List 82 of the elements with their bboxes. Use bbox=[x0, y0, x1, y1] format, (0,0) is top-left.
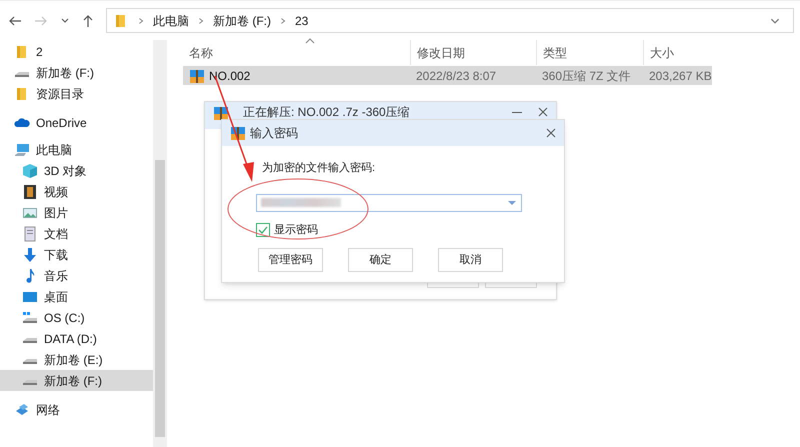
nav-item[interactable]: 资源目录 bbox=[0, 83, 153, 104]
close-icon[interactable] bbox=[538, 107, 548, 117]
nav-label: 2 bbox=[36, 44, 43, 60]
file-row[interactable]: NO.002 2022/8/23 8:07 360压缩 7Z 文件 203,267 KB bbox=[183, 66, 712, 85]
nav-label: 桌面 bbox=[44, 288, 68, 306]
drive-icon bbox=[22, 337, 38, 343]
nav-item[interactable]: 新加卷 (F:) bbox=[0, 62, 153, 83]
dialog-title: 正在解压: NO.002 .7z -360压缩 bbox=[243, 105, 410, 119]
nav-label: 文档 bbox=[44, 226, 68, 242]
column-header[interactable]: 修改日期 bbox=[410, 40, 536, 65]
dropdown-caret-icon[interactable] bbox=[507, 198, 517, 206]
nav-item[interactable]: 图片 bbox=[0, 202, 153, 223]
nav-label: 音乐 bbox=[44, 268, 68, 284]
up-icon[interactable] bbox=[82, 14, 94, 28]
table-cell-text: 203,267 KB bbox=[649, 68, 712, 84]
column-header[interactable]: 名称 bbox=[183, 40, 410, 65]
archive-icon bbox=[230, 125, 246, 141]
nav-label: 3D 对象 bbox=[44, 162, 87, 180]
breadcrumb[interactable]: 此电脑 bbox=[153, 12, 189, 30]
nav-item[interactable]: 新加卷 (E:) bbox=[0, 349, 153, 370]
nav-item[interactable]: OneDrive bbox=[0, 112, 153, 133]
dialog-button[interactable]: 取消 bbox=[438, 248, 503, 272]
nav-label: 新加卷 (E:) bbox=[44, 352, 103, 368]
scrollbar[interactable] bbox=[153, 40, 167, 447]
nav-label: 网络 bbox=[36, 402, 60, 418]
address-bar[interactable]: 此电脑 新加卷 (F:) 23 bbox=[106, 8, 794, 33]
column-header[interactable]: 大小 bbox=[643, 40, 712, 65]
drive-icon bbox=[14, 71, 30, 77]
document-icon bbox=[22, 226, 38, 242]
drive-icon bbox=[22, 310, 38, 326]
dialog-title: 输入密码 bbox=[250, 125, 298, 142]
nav-label: OS (C:) bbox=[44, 310, 85, 326]
back-icon[interactable] bbox=[8, 14, 22, 26]
nav-label: 此电脑 bbox=[36, 142, 72, 158]
chevron-down-icon[interactable] bbox=[60, 16, 70, 24]
dialog-button[interactable]: 管理密码 bbox=[258, 248, 323, 272]
scrollbar-thumb[interactable] bbox=[155, 160, 165, 437]
sort-caret-icon bbox=[305, 37, 315, 45]
drive-icon bbox=[22, 379, 38, 385]
breadcrumb[interactable]: 23 bbox=[295, 12, 308, 30]
nav-label: 图片 bbox=[44, 204, 68, 222]
checkbox[interactable] bbox=[256, 222, 270, 237]
nav-item[interactable]: 音乐 bbox=[0, 265, 153, 286]
nav-item[interactable]: 文档 bbox=[0, 223, 153, 244]
column-header[interactable]: 类型 bbox=[536, 40, 643, 65]
breadcrumb[interactable]: 新加卷 (F:) bbox=[213, 12, 271, 30]
nav-item[interactable]: 此电脑 bbox=[0, 139, 153, 160]
drive-icon bbox=[22, 358, 38, 364]
table-cell-text: NO.002 bbox=[209, 68, 250, 84]
chevron-right-icon bbox=[137, 16, 145, 26]
archive-icon bbox=[189, 68, 205, 84]
nav-item[interactable]: 下载 bbox=[0, 244, 153, 265]
nav-item[interactable]: OS (C:) bbox=[0, 307, 153, 328]
archive-icon bbox=[213, 105, 229, 121]
nav-item[interactable]: 视频 bbox=[0, 181, 153, 202]
network-icon bbox=[14, 402, 30, 418]
nav-item[interactable]: 网络 bbox=[0, 399, 153, 420]
nav-label: DATA (D:) bbox=[44, 330, 97, 348]
chevron-right-icon bbox=[197, 16, 205, 26]
check-icon bbox=[258, 224, 268, 235]
download-icon bbox=[22, 246, 38, 262]
chevron-right-icon bbox=[279, 16, 287, 26]
nav-label: OneDrive bbox=[36, 114, 87, 132]
checkbox-label: 显示密码 bbox=[274, 222, 318, 238]
nav-label: 下载 bbox=[44, 246, 68, 264]
nav-item[interactable]: 3D 对象 bbox=[0, 160, 153, 181]
nav-label: 新加卷 (F:) bbox=[44, 372, 102, 390]
cube-icon bbox=[22, 162, 38, 178]
nav-label: 新加卷 (F:) bbox=[36, 64, 94, 82]
close-icon[interactable] bbox=[546, 128, 556, 138]
nav-item[interactable]: 2 bbox=[0, 41, 153, 62]
computer-icon bbox=[14, 142, 30, 158]
nav-item[interactable]: DATA (D:) bbox=[0, 328, 153, 349]
table-cell-text: 2022/8/23 8:07 bbox=[416, 68, 496, 84]
nav-item[interactable]: 新加卷 (F:) bbox=[0, 370, 153, 391]
table-cell-text: 360压缩 7Z 文件 bbox=[542, 68, 631, 84]
nav-item[interactable]: 桌面 bbox=[0, 286, 153, 307]
nav-label: 资源目录 bbox=[36, 86, 84, 102]
film-icon bbox=[22, 184, 38, 200]
dialog-button[interactable]: 确定 bbox=[348, 248, 413, 272]
nav-label: 视频 bbox=[44, 184, 68, 200]
password-field[interactable] bbox=[256, 194, 522, 212]
